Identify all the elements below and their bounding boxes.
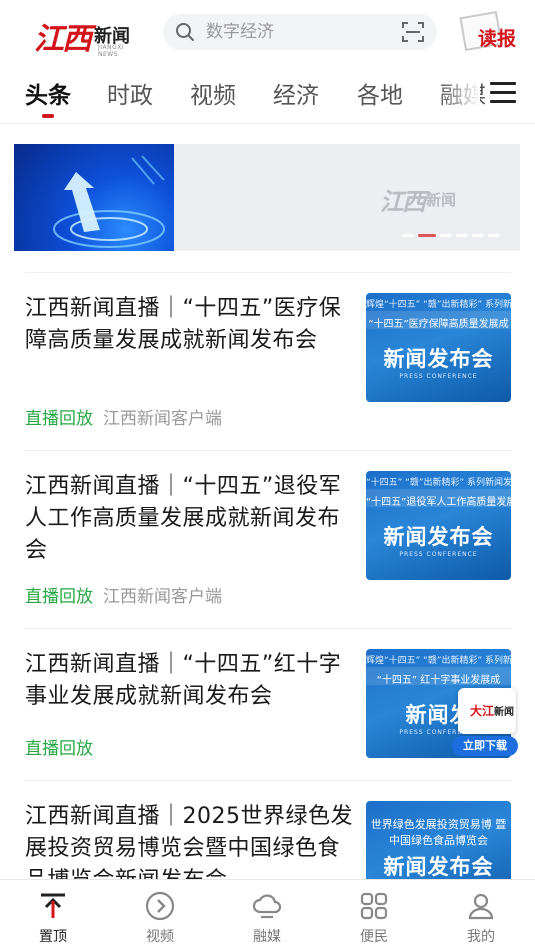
news-meta: 直播回放	[25, 734, 103, 759]
banner-logo-brand: 江西	[380, 187, 426, 216]
download-app-badge[interactable]: 大江新闻 立即下载	[452, 688, 520, 758]
nav-item-profile[interactable]: 我的	[441, 880, 521, 951]
nav-item-top[interactable]: 置顶	[13, 880, 93, 951]
news-title[interactable]: 江西新闻直播｜“十四五”医疗保障高质量发展成就新闻发布会	[25, 293, 355, 357]
news-meta: 直播回放 江西新闻客户端	[25, 582, 222, 607]
nav-item-video[interactable]: 视频	[120, 880, 200, 951]
active-tab-indicator	[42, 114, 54, 118]
banner-logo-sub: 新闻	[426, 191, 457, 209]
news-title[interactable]: 江西新闻直播｜“十四五”退役军人工作高质量发展成就新闻发布会	[25, 471, 355, 567]
carousel-indicator	[402, 234, 500, 238]
thumb-topic-text: “十四五”医疗保障高质量发展成	[368, 319, 509, 330]
nav-label: 置顶	[39, 929, 67, 945]
thumb-main-text: 新闻发布会	[383, 347, 494, 371]
thumb-series-text: “十四五” “赣”出新精彩” 系列新闻发布	[366, 478, 511, 488]
read-newspaper-button[interactable]: 读报	[459, 10, 520, 54]
news-tag: 直播回放	[25, 409, 93, 429]
thumb-series-text: 辉煌“十四五” “赣”出新精彩” 系列新闻发布	[366, 300, 511, 310]
cloud-icon	[252, 894, 282, 919]
channel-tabs: 头条 时政 视频 经济 各地 融媒	[0, 70, 535, 124]
arrow-up-graphic	[53, 155, 165, 248]
app-header: 江西 新闻 JIANGXI NEWS 数字经济 读报	[0, 0, 535, 66]
nav-item-media[interactable]: 融媒	[227, 880, 307, 951]
thumb-series-text: 辉煌“十四五” “赣”出新精彩” 系列新闻发布	[366, 656, 511, 666]
tab-politics[interactable]: 时政	[107, 76, 153, 110]
app-logo[interactable]: 江西 新闻 JIANGXI NEWS	[34, 14, 134, 58]
tabs-fade	[440, 70, 480, 122]
nav-label: 便民	[360, 929, 388, 945]
nav-label: 视频	[146, 929, 174, 945]
search-icon	[176, 23, 194, 41]
news-source: 江西新闻客户端	[103, 409, 222, 429]
top-icon	[41, 893, 65, 918]
divider	[25, 780, 511, 781]
thumb-main-text: 新闻发布会	[383, 855, 494, 879]
app-promo-card: 大江新闻	[458, 688, 516, 734]
promo-brand: 大江新闻	[470, 704, 515, 718]
search-bar[interactable]: 数字经济	[163, 14, 437, 50]
carousel-dot	[488, 234, 500, 237]
thumb-topic-text: “十四五” 红十字事业发展成	[376, 675, 501, 686]
news-thumbnail[interactable]: “十四五” “赣”出新精彩” 系列新闻发布 “十四五”退役军人工作高质量发展 新…	[366, 471, 511, 580]
menu-icon[interactable]	[490, 82, 516, 106]
grid-icon	[360, 892, 388, 920]
carousel-dot	[456, 234, 468, 237]
read-newspaper-label: 读报	[478, 28, 517, 50]
news-meta: 直播回放 江西新闻客户端	[25, 404, 222, 429]
tab-economy[interactable]: 经济	[273, 76, 319, 110]
search-input[interactable]: 数字经济	[206, 20, 274, 44]
news-source: 江西新闻客户端	[103, 587, 222, 607]
play-icon	[145, 891, 175, 921]
scan-icon[interactable]	[402, 22, 424, 42]
thumb-sub-text: PRESS CONFERENCE	[399, 551, 478, 558]
news-tag: 直播回放	[25, 587, 93, 607]
bottom-navigation: 置顶 视频 融媒 便民 我的	[0, 879, 535, 951]
thumb-topic-text: 世界绿色发展投资贸易博 暨中国绿色食品博览会	[370, 818, 507, 847]
divider	[25, 450, 511, 451]
news-tag: 直播回放	[25, 739, 93, 759]
thumb-sub-text: PRESS CONFERENCE	[399, 373, 478, 380]
tab-video[interactable]: 视频	[190, 76, 236, 110]
banner-carousel[interactable]: 江西 新闻	[14, 144, 520, 251]
nav-label: 融媒	[253, 929, 281, 945]
user-icon	[468, 893, 494, 920]
logo-brand-text: 江西	[34, 22, 92, 57]
news-thumbnail[interactable]: 辉煌“十四五” “赣”出新精彩” 系列新闻发布 “十四五”医疗保障高质量发展成 …	[366, 293, 511, 402]
tab-headlines[interactable]: 头条	[25, 76, 71, 110]
carousel-dot	[440, 234, 452, 237]
tab-regions[interactable]: 各地	[357, 76, 403, 110]
thumb-topic-text: “十四五”退役军人工作高质量发展	[366, 497, 511, 508]
nav-item-services[interactable]: 便民	[334, 880, 414, 951]
logo-mini-text: JIANGXI NEWS	[98, 44, 125, 58]
carousel-dot	[402, 234, 414, 237]
thumb-main-text: 新闻发布会	[383, 525, 494, 549]
banner-image	[14, 144, 174, 251]
carousel-dot-active	[418, 234, 436, 237]
nav-label: 我的	[467, 929, 495, 945]
carousel-dot	[472, 234, 484, 237]
divider	[25, 272, 511, 273]
download-button[interactable]: 立即下载	[452, 736, 518, 756]
news-title[interactable]: 江西新闻直播｜“十四五”红十字事业发展成就新闻发布会	[25, 649, 355, 713]
divider	[25, 628, 511, 629]
